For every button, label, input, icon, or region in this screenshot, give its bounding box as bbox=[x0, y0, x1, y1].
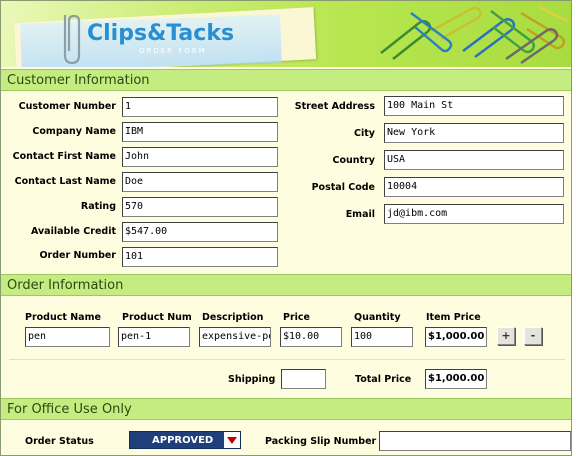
company-name-label: Company Name bbox=[32, 126, 116, 137]
quantity-field[interactable]: 100 bbox=[351, 327, 413, 347]
customer-number-field[interactable]: 1 bbox=[122, 97, 278, 117]
add-line-item-button[interactable]: + bbox=[497, 327, 515, 345]
available-credit-label: Available Credit bbox=[30, 226, 116, 237]
contact-last-name-field[interactable]: Doe bbox=[122, 172, 278, 192]
remove-line-item-button[interactable]: - bbox=[524, 327, 542, 345]
street-address-field[interactable]: 100 Main St bbox=[384, 96, 564, 116]
packing-slip-field[interactable] bbox=[379, 431, 571, 451]
price-field[interactable]: $10.00 bbox=[280, 327, 342, 347]
postal-code-label: Postal Code bbox=[311, 182, 375, 193]
order-form: Clips&Tacks ORDER FORM Customer Informat… bbox=[0, 0, 572, 456]
order-divider bbox=[9, 359, 565, 360]
packing-slip-label: Packing Slip Number bbox=[265, 436, 377, 447]
description-field[interactable]: expensive-pen bbox=[199, 327, 271, 347]
office-section-title: For Office Use Only bbox=[7, 402, 132, 417]
email-label: Email bbox=[345, 209, 375, 220]
order-section-title: Order Information bbox=[7, 278, 124, 293]
product-name-field[interactable]: pen bbox=[25, 327, 110, 347]
logo: Clips&Tacks ORDER FORM bbox=[87, 21, 235, 55]
order-status-label: Order Status bbox=[25, 436, 94, 447]
shipping-field[interactable] bbox=[281, 369, 326, 389]
street-address-label: Street Address bbox=[294, 101, 375, 112]
order-status-value: APPROVED bbox=[152, 435, 214, 446]
logo-subtitle: ORDER FORM bbox=[139, 47, 207, 55]
rating-field[interactable]: 570 bbox=[122, 197, 278, 217]
product-num-field[interactable]: pen-1 bbox=[118, 327, 190, 347]
total-price-label: Total Price bbox=[355, 374, 412, 385]
country-field[interactable]: USA bbox=[384, 150, 564, 170]
company-name-field[interactable]: IBM bbox=[122, 122, 278, 142]
customer-section-header: Customer Information bbox=[1, 69, 571, 91]
product-name-column: Product Name bbox=[25, 312, 101, 323]
contact-last-name-label: Contact Last Name bbox=[14, 176, 116, 187]
city-field[interactable]: New York bbox=[384, 123, 564, 143]
available-credit-field[interactable]: $547.00 bbox=[122, 222, 278, 242]
postal-code-field[interactable]: 10004 bbox=[384, 177, 564, 197]
order-number-label: Order Number bbox=[39, 250, 116, 261]
item-price-column: Item Price bbox=[426, 312, 481, 323]
office-section-header: For Office Use Only bbox=[1, 398, 571, 420]
product-num-column: Product Num bbox=[122, 312, 192, 323]
banner: Clips&Tacks ORDER FORM bbox=[1, 1, 571, 67]
item-price-field: $1,000.00 bbox=[425, 327, 487, 347]
city-label: City bbox=[354, 128, 375, 139]
quantity-column: Quantity bbox=[354, 312, 401, 323]
order-number-field[interactable]: 101 bbox=[122, 247, 278, 267]
total-price-field: $1,000.00 bbox=[425, 369, 487, 389]
order-section-header: Order Information bbox=[1, 274, 571, 296]
rating-label: Rating bbox=[80, 201, 116, 212]
logo-title: Clips&Tacks bbox=[87, 21, 235, 46]
paperclips-pile-icon bbox=[380, 5, 568, 64]
shipping-label: Shipping bbox=[228, 374, 276, 385]
customer-section-title: Customer Information bbox=[7, 73, 150, 88]
dropdown-arrow-icon[interactable] bbox=[224, 432, 240, 448]
email-field[interactable]: jd@ibm.com bbox=[384, 204, 564, 224]
contact-first-name-field[interactable]: John bbox=[122, 147, 278, 167]
description-column: Description bbox=[202, 312, 264, 323]
contact-first-name-label: Contact First Name bbox=[12, 151, 116, 162]
paperclip-icon bbox=[63, 14, 81, 65]
order-status-select[interactable]: APPROVED bbox=[129, 431, 241, 449]
customer-number-label: Customer Number bbox=[18, 101, 116, 112]
price-column: Price bbox=[283, 312, 310, 323]
country-label: Country bbox=[332, 155, 375, 166]
